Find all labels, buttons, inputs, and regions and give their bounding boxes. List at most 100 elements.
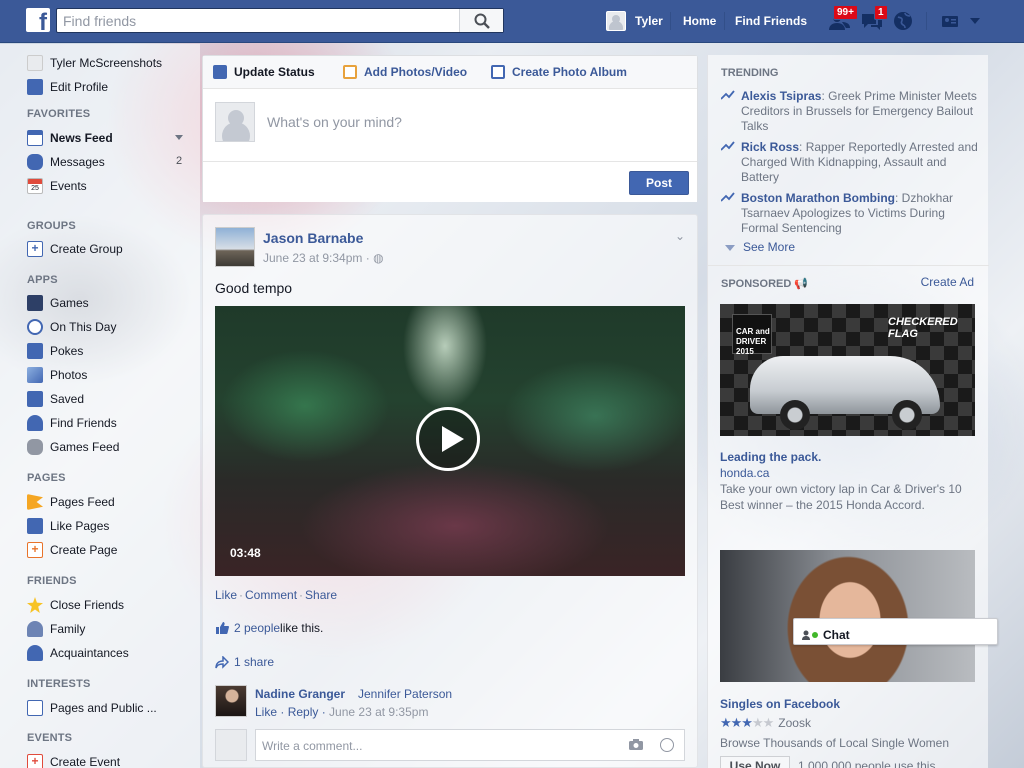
globe-icon: ◍ xyxy=(373,251,384,265)
sidebar-item-profile[interactable]: Tyler McScreenshots xyxy=(27,54,162,72)
sidebar-item-on-this-day[interactable]: On This Day xyxy=(27,318,116,336)
globe-icon xyxy=(894,12,912,30)
news-feed-icon xyxy=(27,130,43,146)
tab-update-status[interactable]: Update Status xyxy=(213,65,315,79)
use-now-button[interactable]: Use Now xyxy=(720,756,790,768)
search-icon xyxy=(474,13,490,29)
sidebar-item-like-pages[interactable]: Like Pages xyxy=(27,517,109,535)
video-player[interactable]: 03:48 xyxy=(215,306,685,576)
trending-topic: Boston Marathon Bombing xyxy=(741,191,895,205)
sidebar-item-create-page[interactable]: + Create Page xyxy=(27,541,117,559)
ad-advertiser: Zoosk xyxy=(778,716,811,730)
ad-title[interactable]: Singles on Facebook xyxy=(720,697,840,711)
calendar-icon: 25 xyxy=(27,178,43,194)
sidebar-item-messages[interactable]: Messages xyxy=(27,153,105,171)
likes-summary: 2 people like this. xyxy=(215,621,323,635)
avatar[interactable] xyxy=(215,685,247,717)
see-more-link[interactable]: See More xyxy=(725,240,795,254)
megaphone-icon: 📢 xyxy=(794,278,809,290)
friend-requests-button[interactable]: 99+ xyxy=(828,5,858,32)
search-button[interactable] xyxy=(459,9,503,32)
search-box xyxy=(56,8,504,33)
sidebar-item-label: Like Pages xyxy=(50,519,110,533)
wheel xyxy=(892,400,922,430)
tab-create-album[interactable]: Create Photo Album xyxy=(491,65,627,79)
likes-people-link[interactable]: 2 people xyxy=(234,621,280,635)
comment-reply-link[interactable]: Reply xyxy=(288,705,319,719)
find-friends-link[interactable]: Find Friends xyxy=(735,14,807,28)
sidebar-item-games[interactable]: Games xyxy=(27,294,89,312)
sidebar-item-events[interactable]: 25 Events xyxy=(27,177,87,195)
divider xyxy=(926,12,927,30)
sidebar-item-close-friends[interactable]: Close Friends xyxy=(27,596,124,614)
chevron-down-icon xyxy=(725,244,735,251)
sidebar-item-create-group[interactable]: + Create Group xyxy=(27,240,123,258)
home-link[interactable]: Home xyxy=(683,14,716,28)
notifications-button[interactable] xyxy=(892,10,916,32)
tab-add-photos[interactable]: Add Photos/Video xyxy=(343,65,467,79)
star-icon: ★★ xyxy=(751,715,774,730)
avatar xyxy=(606,11,626,31)
sidebar-item-edit-profile[interactable]: Edit Profile xyxy=(27,78,108,96)
sidebar-item-saved[interactable]: Saved xyxy=(27,390,84,408)
account-menu-button[interactable] xyxy=(940,10,980,32)
chevron-down-icon[interactable] xyxy=(175,135,183,140)
post-button[interactable]: Post xyxy=(629,171,689,195)
album-icon xyxy=(491,65,505,79)
sidebar-item-photos[interactable]: Photos xyxy=(27,366,87,384)
ad-domain[interactable]: honda.ca xyxy=(720,466,769,480)
share-link[interactable]: Share xyxy=(305,588,337,602)
profile-link[interactable]: Tyler xyxy=(606,10,663,32)
emoji-icon[interactable] xyxy=(660,738,674,752)
comment-tag[interactable]: Jennifer Paterson xyxy=(358,687,452,701)
comment-input[interactable]: Write a comment... xyxy=(255,729,685,761)
trending-item[interactable]: Alexis Tsipras: Greek Prime Minister Mee… xyxy=(721,89,981,134)
like-link[interactable]: Like xyxy=(215,588,237,602)
messages-icon xyxy=(27,154,43,170)
post-author[interactable]: Jason Barnabe xyxy=(263,230,363,246)
tab-label: Update Status xyxy=(234,65,315,79)
trending-icon xyxy=(721,141,735,151)
chevron-down-icon[interactable]: ⌄ xyxy=(675,229,685,243)
camera-icon[interactable] xyxy=(628,738,644,751)
sidebar-item-create-event[interactable]: + Create Event xyxy=(27,753,120,768)
ad-image-honda[interactable]: CAR and DRIVER 2015 CHECKERED FLAG xyxy=(720,304,975,436)
chat-bar[interactable]: Chat xyxy=(793,618,998,645)
games-icon xyxy=(27,295,43,311)
search-input[interactable] xyxy=(57,9,459,32)
facebook-logo-icon[interactable]: f xyxy=(26,8,50,32)
sidebar-item-find-friends[interactable]: Find Friends xyxy=(27,414,117,432)
shares-summary[interactable]: 1 share xyxy=(215,655,274,669)
video-duration: 03:48 xyxy=(230,546,261,560)
messages-button[interactable]: 1 xyxy=(860,5,888,32)
sidebar-heading-apps: APPS xyxy=(27,274,58,286)
play-icon[interactable] xyxy=(416,407,480,471)
sidebar-item-label: Games xyxy=(50,296,89,310)
sidebar-item-acquaintances[interactable]: Acquaintances xyxy=(27,644,129,662)
star-icon: ★★★ xyxy=(720,715,753,730)
sidebar-item-pokes[interactable]: Pokes xyxy=(27,342,83,360)
comment-author[interactable]: Nadine Granger xyxy=(255,687,345,701)
status-input[interactable]: What's on your mind? xyxy=(267,114,402,130)
comment-link[interactable]: Comment xyxy=(245,588,297,602)
sidebar-item-pages-public[interactable]: Pages and Public ... xyxy=(27,699,157,717)
chevron-down-icon xyxy=(970,18,980,24)
sidebar-item-games-feed[interactable]: Games Feed xyxy=(27,438,119,456)
online-status-icon xyxy=(812,631,818,638)
comment-time[interactable]: June 23 at 9:35pm xyxy=(329,705,428,719)
avatar[interactable] xyxy=(215,227,255,267)
sidebar-item-family[interactable]: Family xyxy=(27,620,85,638)
trending-item[interactable]: Boston Marathon Bombing: Dzhokhar Tsarna… xyxy=(721,191,981,236)
comment-like-link[interactable]: Like xyxy=(255,705,277,719)
create-ad-link[interactable]: Create Ad xyxy=(921,275,974,289)
trending-item[interactable]: Rick Ross: Rapper Reportedly Arrested an… xyxy=(721,140,981,185)
thumbs-up-icon xyxy=(27,518,43,534)
composer-tabs: Update Status Add Photos/Video Create Ph… xyxy=(203,56,697,89)
post-timestamp[interactable]: June 23 at 9:34pm · ◍ xyxy=(263,251,384,265)
sidebar-heading-events: EVENTS xyxy=(27,732,73,744)
ad-image-singles[interactable] xyxy=(720,550,975,682)
sidebar-item-news-feed[interactable]: News Feed xyxy=(27,129,113,147)
sidebar-item-pages-feed[interactable]: Pages Feed xyxy=(27,493,115,511)
ad-title[interactable]: Leading the pack. xyxy=(720,450,821,464)
family-icon xyxy=(27,621,43,637)
